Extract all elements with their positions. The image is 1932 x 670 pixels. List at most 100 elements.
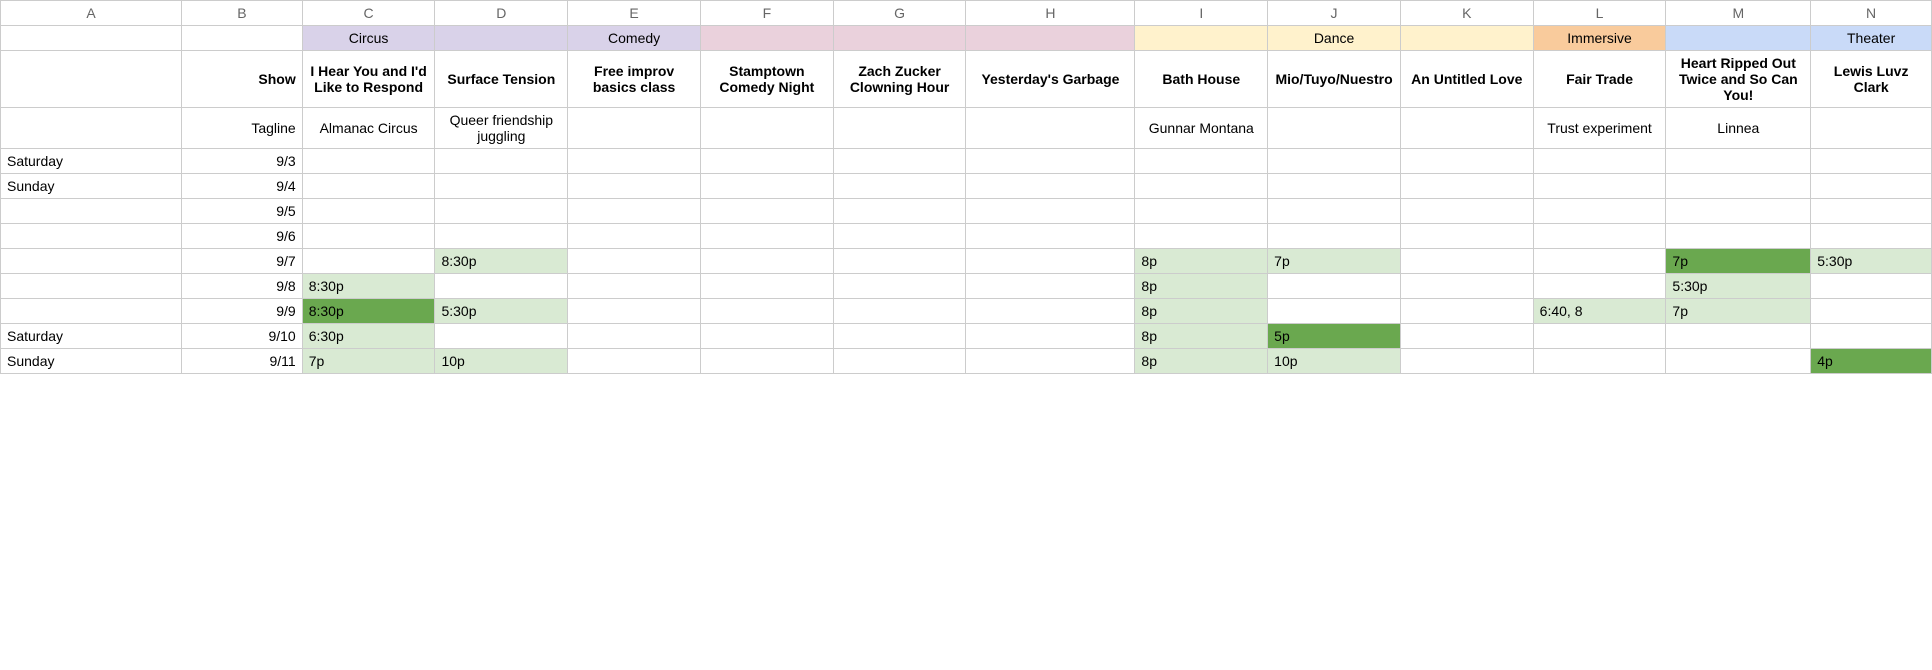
column-header-C[interactable]: C xyxy=(302,1,435,26)
empty-cell[interactable] xyxy=(1135,174,1268,199)
time-cell[interactable]: 8p xyxy=(1135,324,1268,349)
empty-cell[interactable] xyxy=(833,299,966,324)
empty-cell[interactable] xyxy=(435,324,568,349)
empty-cell[interactable] xyxy=(1533,199,1666,224)
tagline-row-A[interactable] xyxy=(1,108,182,149)
empty-cell[interactable] xyxy=(435,149,568,174)
column-header-N[interactable]: N xyxy=(1811,1,1932,26)
day-label[interactable]: Saturday xyxy=(1,149,182,174)
empty-cell[interactable] xyxy=(700,349,833,374)
empty-cell[interactable] xyxy=(1666,199,1811,224)
date-label[interactable]: 9/9 xyxy=(182,299,303,324)
empty-cell[interactable] xyxy=(302,149,435,174)
category-cell-G[interactable] xyxy=(833,26,966,51)
column-header-F[interactable]: F xyxy=(700,1,833,26)
empty-cell[interactable] xyxy=(700,174,833,199)
date-label[interactable]: 9/6 xyxy=(182,224,303,249)
tagline-E[interactable] xyxy=(568,108,701,149)
empty-cell[interactable] xyxy=(833,149,966,174)
empty-cell[interactable] xyxy=(1811,149,1932,174)
empty-cell[interactable] xyxy=(435,274,568,299)
category-cell-H[interactable] xyxy=(966,26,1135,51)
category-cell-F[interactable] xyxy=(700,26,833,51)
show-name-I[interactable]: Bath House xyxy=(1135,51,1268,108)
time-cell[interactable]: 8:30p xyxy=(302,299,435,324)
empty-cell[interactable] xyxy=(1533,249,1666,274)
empty-cell[interactable] xyxy=(1400,324,1533,349)
show-name-F[interactable]: Stamptown Comedy Night xyxy=(700,51,833,108)
column-header-D[interactable]: D xyxy=(435,1,568,26)
empty-cell[interactable] xyxy=(1811,274,1932,299)
empty-cell[interactable] xyxy=(1811,224,1932,249)
empty-cell[interactable] xyxy=(1400,174,1533,199)
empty-cell[interactable] xyxy=(833,274,966,299)
show-name-E[interactable]: Free improv basics class xyxy=(568,51,701,108)
empty-cell[interactable] xyxy=(1811,199,1932,224)
category-cell-I[interactable] xyxy=(1135,26,1268,51)
time-cell[interactable]: 8p xyxy=(1135,274,1268,299)
empty-cell[interactable] xyxy=(966,274,1135,299)
column-header-J[interactable]: J xyxy=(1268,1,1401,26)
column-header-M[interactable]: M xyxy=(1666,1,1811,26)
tagline-M[interactable]: Linnea xyxy=(1666,108,1811,149)
empty-cell[interactable] xyxy=(833,324,966,349)
tagline-G[interactable] xyxy=(833,108,966,149)
empty-cell[interactable] xyxy=(1268,199,1401,224)
time-cell[interactable]: 7p xyxy=(1268,249,1401,274)
empty-cell[interactable] xyxy=(966,174,1135,199)
time-cell[interactable]: 8:30p xyxy=(302,274,435,299)
empty-cell[interactable] xyxy=(833,224,966,249)
tagline-I[interactable]: Gunnar Montana xyxy=(1135,108,1268,149)
empty-cell[interactable] xyxy=(1666,349,1811,374)
empty-cell[interactable] xyxy=(435,174,568,199)
tagline-F[interactable] xyxy=(700,108,833,149)
empty-cell[interactable] xyxy=(302,224,435,249)
show-name-J[interactable]: Mio/Tuyo/Nuestro xyxy=(1268,51,1401,108)
tagline-L[interactable]: Trust experiment xyxy=(1533,108,1666,149)
category-cell-C[interactable]: Circus xyxy=(302,26,435,51)
empty-cell[interactable] xyxy=(1811,299,1932,324)
empty-cell[interactable] xyxy=(1400,299,1533,324)
time-cell[interactable]: 8p xyxy=(1135,299,1268,324)
empty-cell[interactable] xyxy=(302,249,435,274)
column-header-G[interactable]: G xyxy=(833,1,966,26)
time-cell[interactable]: 5:30p xyxy=(1811,249,1932,274)
empty-cell[interactable] xyxy=(568,149,701,174)
day-label[interactable] xyxy=(1,199,182,224)
category-cell-M[interactable] xyxy=(1666,26,1811,51)
empty-cell[interactable] xyxy=(435,199,568,224)
show-name-C[interactable]: I Hear You and I'd Like to Respond xyxy=(302,51,435,108)
empty-cell[interactable] xyxy=(700,299,833,324)
time-cell[interactable]: 5:30p xyxy=(1666,274,1811,299)
tagline-K[interactable] xyxy=(1400,108,1533,149)
empty-cell[interactable] xyxy=(302,174,435,199)
category-cell-K[interactable] xyxy=(1400,26,1533,51)
category-cell-E[interactable]: Comedy xyxy=(568,26,701,51)
column-header-I[interactable]: I xyxy=(1135,1,1268,26)
empty-cell[interactable] xyxy=(700,249,833,274)
empty-cell[interactable] xyxy=(1666,224,1811,249)
time-cell[interactable]: 7p xyxy=(302,349,435,374)
date-label[interactable]: 9/7 xyxy=(182,249,303,274)
empty-cell[interactable] xyxy=(568,349,701,374)
empty-cell[interactable] xyxy=(966,349,1135,374)
empty-cell[interactable] xyxy=(1135,149,1268,174)
empty-cell[interactable] xyxy=(568,174,701,199)
column-header-A[interactable]: A xyxy=(1,1,182,26)
time-cell[interactable]: 4p xyxy=(1811,349,1932,374)
empty-cell[interactable] xyxy=(1400,349,1533,374)
empty-cell[interactable] xyxy=(833,249,966,274)
tagline-C[interactable]: Almanac Circus xyxy=(302,108,435,149)
time-cell[interactable]: 7p xyxy=(1666,299,1811,324)
empty-cell[interactable] xyxy=(1811,324,1932,349)
empty-cell[interactable] xyxy=(1533,324,1666,349)
tagline-N[interactable] xyxy=(1811,108,1932,149)
show-name-M[interactable]: Heart Ripped Out Twice and So Can You! xyxy=(1666,51,1811,108)
empty-cell[interactable] xyxy=(1666,174,1811,199)
date-label[interactable]: 9/8 xyxy=(182,274,303,299)
empty-cell[interactable] xyxy=(700,324,833,349)
empty-cell[interactable] xyxy=(1400,224,1533,249)
empty-cell[interactable] xyxy=(1533,224,1666,249)
empty-cell[interactable] xyxy=(1268,224,1401,249)
column-header-E[interactable]: E xyxy=(568,1,701,26)
